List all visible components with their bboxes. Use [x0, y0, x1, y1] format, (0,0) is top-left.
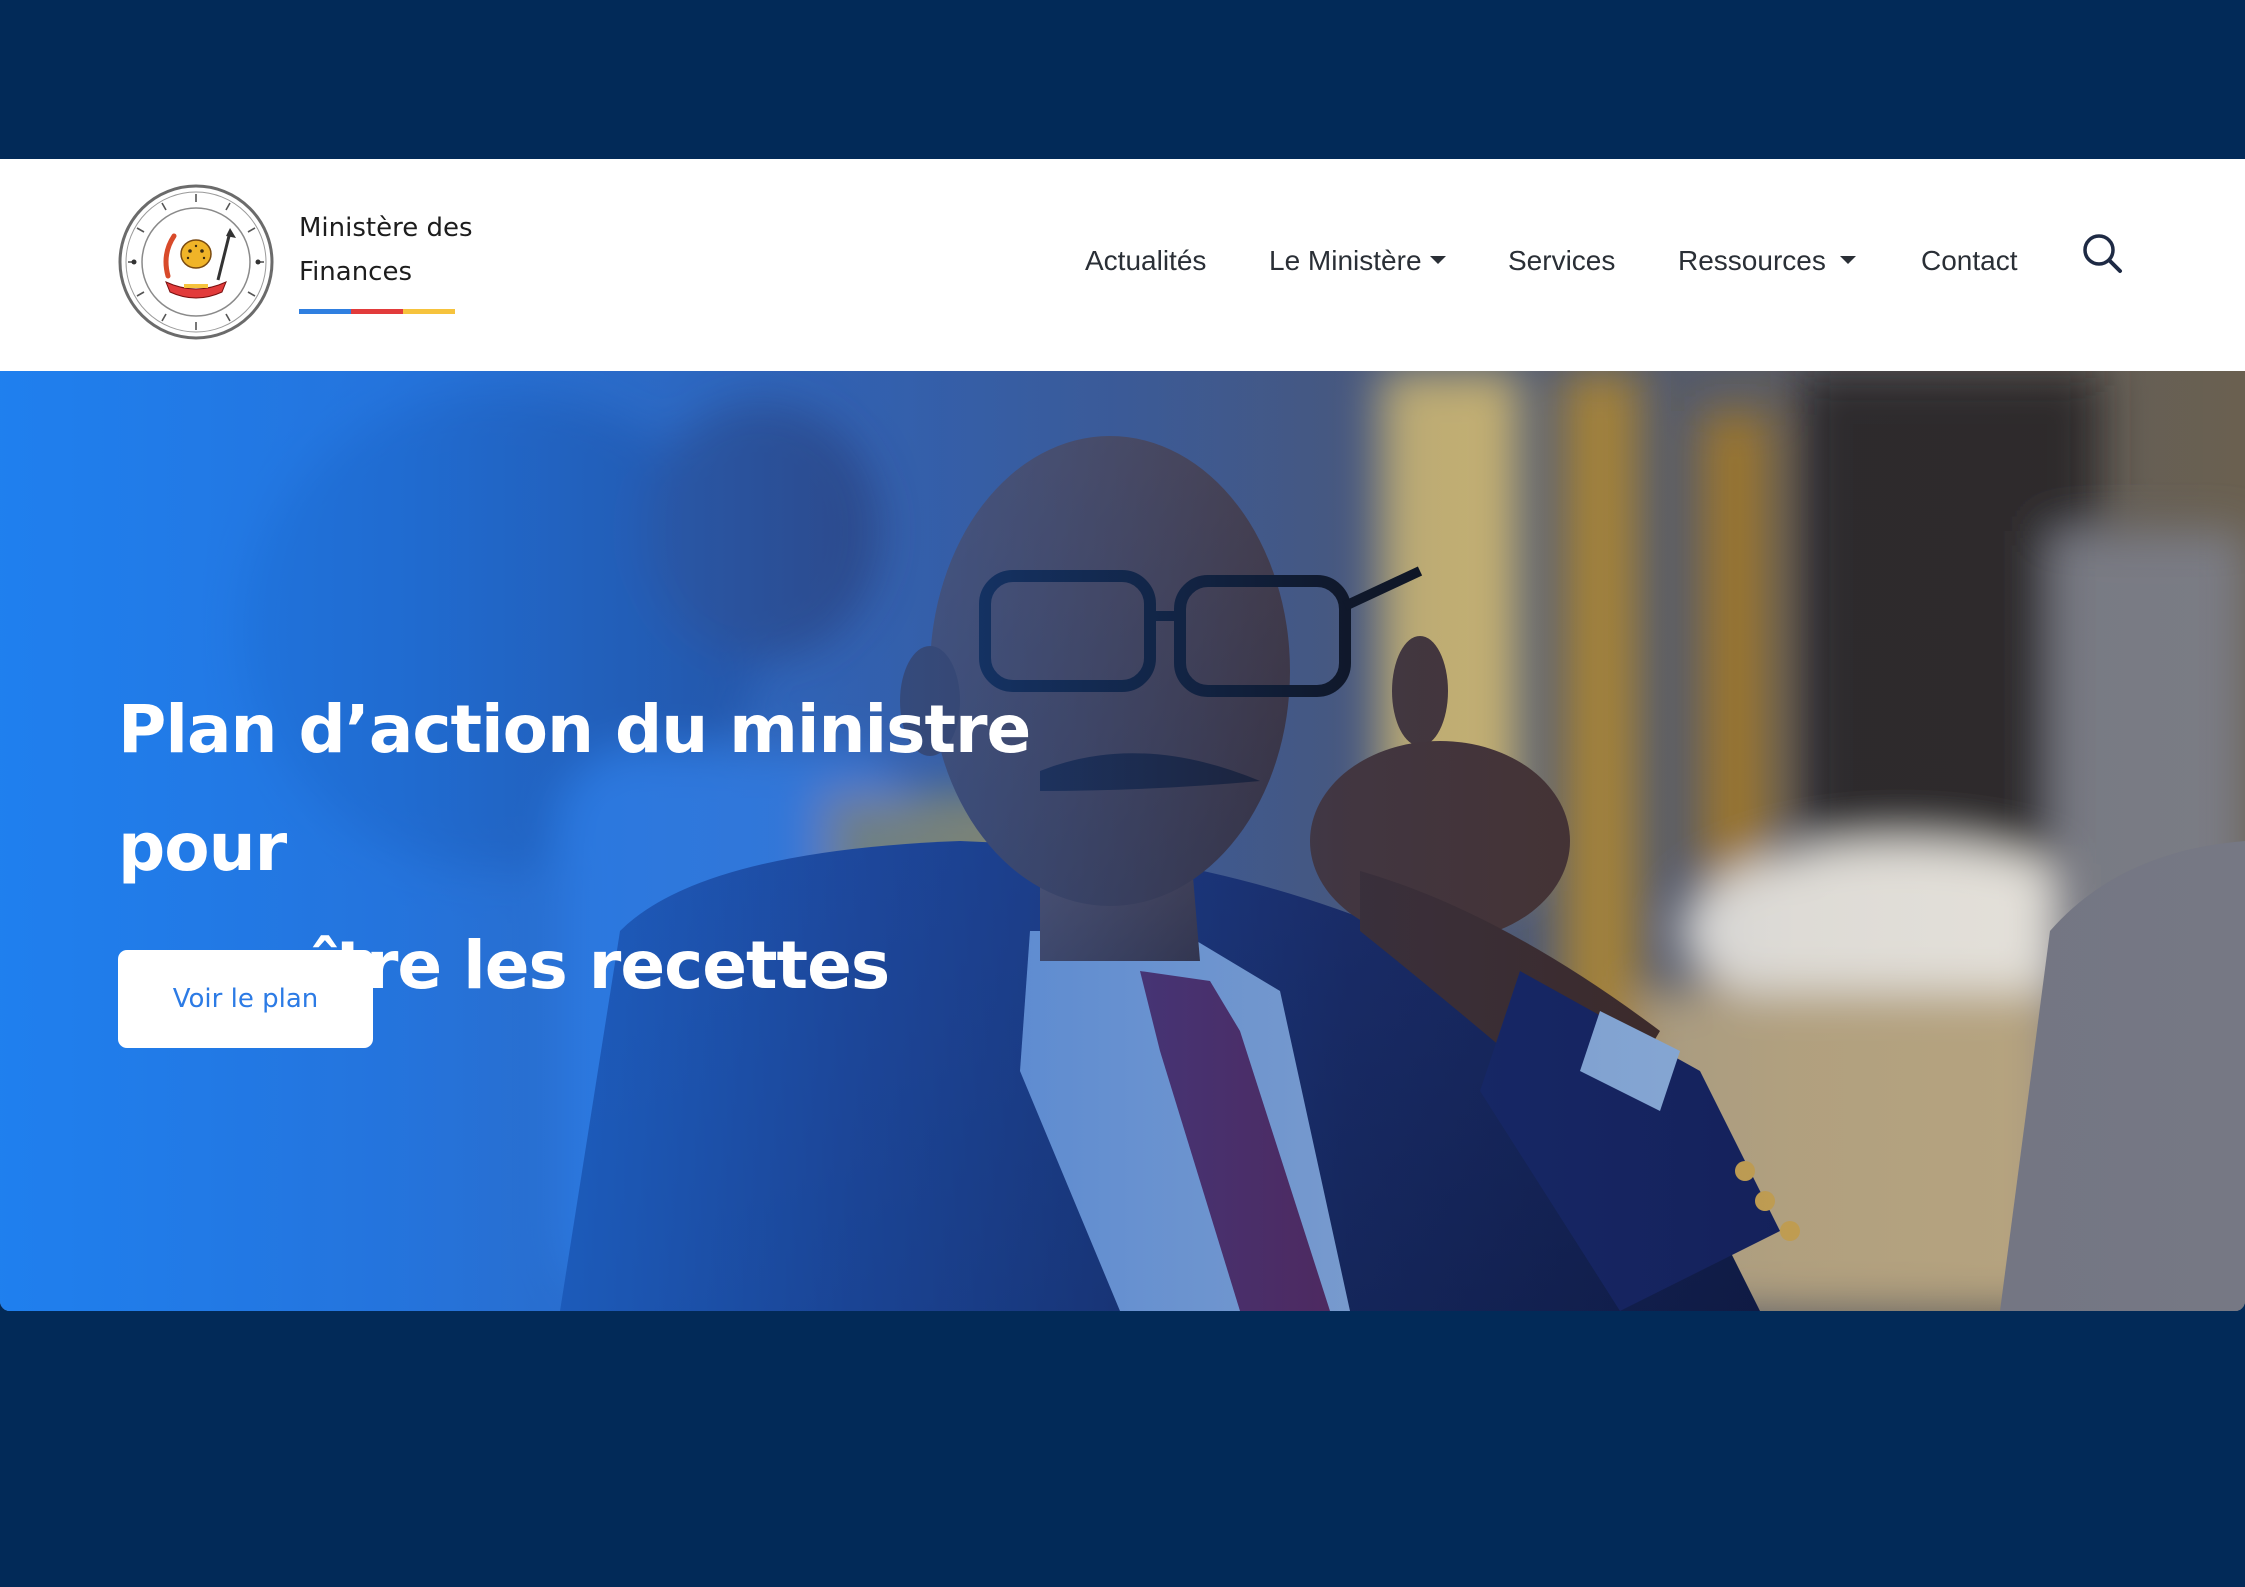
nav-item-ressources[interactable]: Ressources — [1678, 244, 1856, 278]
underline-blue-segment — [299, 309, 351, 314]
nav-item-label: Contact — [1921, 245, 2018, 276]
brand-color-underline — [299, 309, 455, 314]
brand-name-line-2: Finances — [299, 257, 413, 287]
voir-le-plan-button[interactable]: Voir le plan — [118, 950, 373, 1048]
nav-item-label: Ressources — [1678, 245, 1826, 276]
hero-headline-line-1: Plan d’action du ministre pour — [118, 691, 1031, 886]
nav-item-le-ministere[interactable]: Le Ministère — [1269, 244, 1446, 278]
brand-name-line-1: Ministère des — [299, 213, 473, 243]
ministry-seal-logo[interactable] — [118, 184, 274, 340]
caret-down-icon — [1839, 256, 1856, 265]
search-icon — [2083, 234, 2122, 273]
caret-down-icon — [1429, 256, 1446, 265]
seal-emblem-icon — [118, 184, 274, 340]
nav-item-label: Actualités — [1085, 245, 1207, 276]
brand-name[interactable]: Ministère des Finances — [299, 206, 473, 294]
nav-item-contact[interactable]: Contact — [1921, 244, 2018, 278]
browser-viewport: Ministère des Finances Actualités Le Min… — [0, 159, 2245, 1311]
nav-item-actualites[interactable]: Actualités — [1085, 244, 1206, 278]
nav-item-label: Services — [1508, 245, 1616, 276]
underline-red-segment — [351, 309, 403, 314]
nav-item-services[interactable]: Services — [1508, 244, 1615, 278]
hero-banner: Plan d’action du ministre pour accroître… — [0, 371, 2245, 1311]
site-header: Ministère des Finances Actualités Le Min… — [0, 159, 2245, 371]
nav-item-label: Le Ministère — [1269, 245, 1422, 276]
search-button[interactable] — [2081, 232, 2125, 276]
underline-yellow-segment — [403, 309, 455, 314]
